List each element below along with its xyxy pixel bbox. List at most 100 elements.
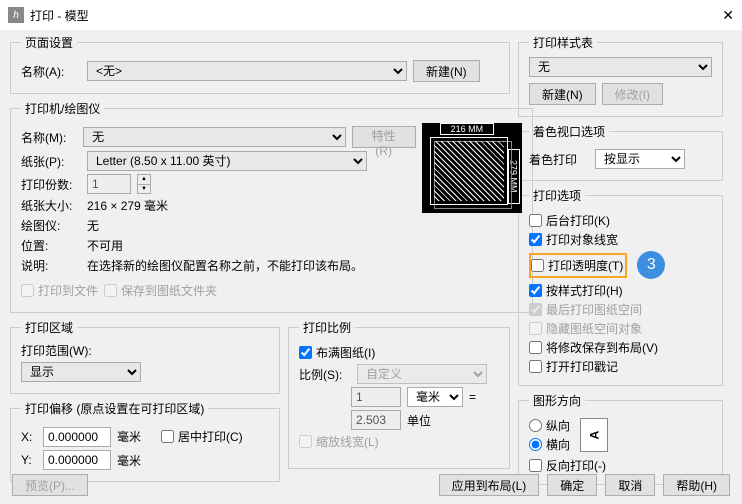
y-input[interactable] <box>43 450 111 470</box>
scale-num-input[interactable] <box>351 387 401 407</box>
options-legend: 打印选项 <box>529 187 585 204</box>
ok-button[interactable]: 确定 <box>547 474 597 496</box>
preview-button[interactable]: 预览(P)... <box>12 474 88 496</box>
dim-width: 216 MM <box>440 123 495 135</box>
scale-lw-checkbox[interactable] <box>299 435 312 448</box>
y-label: Y: <box>21 453 37 467</box>
y-unit: 毫米 <box>117 452 141 469</box>
page-setup-legend: 页面设置 <box>21 34 77 51</box>
save-paper-label: 保存到图纸文件夹 <box>121 282 217 299</box>
offset-group: 打印偏移 (原点设置在可打印区域) X: 毫米 居中打印(C) Y: 毫米 <box>10 400 280 482</box>
size-label: 纸张大小: <box>21 197 81 214</box>
opt-hide-checkbox[interactable] <box>529 322 542 335</box>
close-icon[interactable]: ✕ <box>722 7 734 24</box>
viewport-group: 着色视口选项 着色打印 按显示 <box>518 123 723 181</box>
opt-last-checkbox[interactable] <box>529 303 542 316</box>
location-value: 不可用 <box>87 237 123 254</box>
opt-stamp-label: 打开打印戳记 <box>546 358 618 375</box>
scale-legend: 打印比例 <box>299 319 355 336</box>
x-label: X: <box>21 430 37 444</box>
portrait-radio[interactable] <box>529 419 542 432</box>
printer-group: 打印机/绘图仪 名称(M): 无 特性(R) 纸张(P): Letter (8.… <box>10 100 533 313</box>
orient-group: 图形方向 纵向 横向 A 反向打印(-) <box>518 392 723 485</box>
copies-input[interactable] <box>87 174 131 194</box>
shade-select[interactable]: 按显示 <box>595 149 685 169</box>
help-button[interactable]: 帮助(H) <box>663 474 730 496</box>
size-value: 216 × 279 毫米 <box>87 197 168 214</box>
range-select[interactable]: 显示 <box>21 362 141 382</box>
style-group: 打印样式表 无 新建(N) 修改(I) <box>518 34 723 117</box>
paper-label: 纸张(P): <box>21 153 81 170</box>
print-to-file-checkbox[interactable] <box>21 284 34 297</box>
opt-save-label: 将修改保存到布局(V) <box>546 339 658 356</box>
ratio-label: 比例(S): <box>299 366 351 383</box>
opt-save-checkbox[interactable] <box>529 341 542 354</box>
area-legend: 打印区域 <box>21 319 77 336</box>
printer-legend: 打印机/绘图仪 <box>21 100 104 117</box>
style-select[interactable]: 无 <box>529 57 712 77</box>
opt-style-checkbox[interactable] <box>529 284 542 297</box>
paper-select[interactable]: Letter (8.50 x 11.00 英寸) <box>87 151 367 171</box>
landscape-radio[interactable] <box>529 438 542 451</box>
cancel-button[interactable]: 取消 <box>605 474 655 496</box>
opt-bg-label: 后台打印(K) <box>546 212 610 229</box>
scale-group: 打印比例 布满图纸(I) 比例(S): 自定义 毫米 = 单位 <box>288 319 510 469</box>
opt-last-label: 最后打印图纸空间 <box>546 301 642 318</box>
reverse-label: 反向打印(-) <box>546 457 606 474</box>
orient-legend: 图形方向 <box>529 392 585 409</box>
fit-checkbox[interactable] <box>299 346 312 359</box>
reverse-checkbox[interactable] <box>529 459 542 472</box>
copies-label: 打印份数: <box>21 176 81 193</box>
paper-preview: 216 MM 279 MM <box>422 123 522 213</box>
opt-hide-label: 隐藏图纸空间对象 <box>546 320 642 337</box>
shade-label: 着色打印 <box>529 151 589 168</box>
area-group: 打印区域 打印范围(W): 显示 <box>10 319 280 394</box>
step-badge: 3 <box>637 251 665 279</box>
scale-den-input[interactable] <box>351 410 401 430</box>
apply-button[interactable]: 应用到布局(L) <box>439 474 540 496</box>
portrait-label: 纵向 <box>546 417 570 434</box>
fit-label: 布满图纸(I) <box>316 344 375 361</box>
plotter-value: 无 <box>87 217 99 234</box>
app-icon: h <box>8 7 24 23</box>
style-modify-button[interactable]: 修改(I) <box>602 83 663 105</box>
range-label: 打印范围(W): <box>21 342 269 359</box>
opt-style-label: 按样式打印(H) <box>546 282 623 299</box>
print-to-file-label: 打印到文件 <box>38 282 98 299</box>
plotter-label: 绘图仪: <box>21 217 81 234</box>
equals: = <box>469 390 476 404</box>
viewport-legend: 着色视口选项 <box>529 123 609 140</box>
scale-den-unit: 单位 <box>407 412 431 429</box>
setup-name-select[interactable]: <无> <box>87 61 407 81</box>
opt-trans-checkbox[interactable] <box>531 259 544 272</box>
desc-label: 说明: <box>21 257 81 274</box>
offset-legend: 打印偏移 (原点设置在可打印区域) <box>21 400 208 417</box>
desc-value: 在选择新的绘图仪配置名称之前，不能打印该布局。 <box>87 257 363 274</box>
style-new-button[interactable]: 新建(N) <box>529 83 596 105</box>
scale-unit-select[interactable]: 毫米 <box>407 387 463 407</box>
copies-spinner[interactable]: ▲▼ <box>137 174 151 194</box>
printer-name-select[interactable]: 无 <box>83 127 346 147</box>
landscape-label: 横向 <box>546 436 570 453</box>
x-input[interactable] <box>43 427 111 447</box>
center-label: 居中打印(C) <box>178 428 243 445</box>
options-group: 打印选项 后台打印(K) 打印对象线宽 打印透明度(T) 3 按样式打印(H) … <box>518 187 723 386</box>
x-unit: 毫米 <box>117 428 141 445</box>
opt-lw-label: 打印对象线宽 <box>546 231 618 248</box>
scale-lw-label: 缩放线宽(L) <box>316 433 379 450</box>
opt-stamp-checkbox[interactable] <box>529 360 542 373</box>
setup-name-label: 名称(A): <box>21 63 81 80</box>
opt-lw-checkbox[interactable] <box>529 233 542 246</box>
printer-props-button[interactable]: 特性(R) <box>352 126 416 148</box>
setup-new-button[interactable]: 新建(N) <box>413 60 480 82</box>
opt-bg-checkbox[interactable] <box>529 214 542 227</box>
printer-name-label: 名称(M): <box>21 129 77 146</box>
page-setup-group: 页面设置 名称(A): <无> 新建(N) <box>10 34 510 94</box>
style-legend: 打印样式表 <box>529 34 597 51</box>
ratio-select[interactable]: 自定义 <box>357 364 487 384</box>
location-label: 位置: <box>21 237 81 254</box>
center-checkbox[interactable] <box>161 430 174 443</box>
save-paper-checkbox[interactable] <box>104 284 117 297</box>
opt-trans-label: 打印透明度(T) <box>548 257 623 274</box>
window-title: 打印 - 模型 <box>30 7 722 24</box>
